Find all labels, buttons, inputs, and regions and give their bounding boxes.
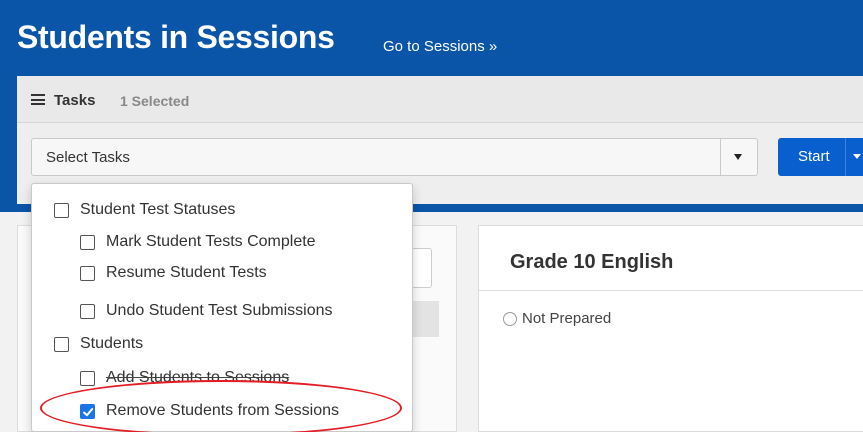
checkbox[interactable] [80,304,95,319]
go-to-sessions-link[interactable]: Go to Sessions » [383,38,497,55]
page-title: Students in Sessions [17,19,335,55]
list-icon [31,94,45,105]
highlight-annotation-ellipse [40,380,402,432]
session-title: Grade 10 English [510,251,674,273]
checkbox[interactable] [80,235,95,250]
tasks-label: Tasks [54,92,96,109]
option-label: Undo Student Test Submissions [106,302,333,319]
start-divider [845,138,846,176]
tasks-bar: Tasks 1 Selected [17,76,863,123]
session-card: Grade 10 English Not Prepared [478,225,863,432]
selected-count: 1 Selected [120,93,190,109]
caret-down-icon [734,154,742,160]
option-label: Students [80,335,144,352]
checkbox[interactable] [80,371,95,386]
select-tasks-placeholder: Select Tasks [46,149,130,166]
checkbox[interactable] [80,266,95,281]
start-button-label: Start [798,148,830,165]
checkbox[interactable] [54,337,69,352]
status-radio[interactable] [503,312,517,326]
select-divider [720,139,721,175]
checkbox[interactable] [54,203,69,218]
status-label: Not Prepared [522,310,612,327]
start-button[interactable]: Start [778,138,863,176]
select-tasks-dropdown[interactable]: Select Tasks [31,138,758,176]
header-banner: Students in Sessions Go to Sessions » Ta… [0,0,863,212]
caret-down-icon [853,154,861,159]
divider [479,290,863,291]
option-label: Resume Student Tests [106,264,267,281]
option-label: Student Test Statuses [80,201,236,218]
option-label: Mark Student Tests Complete [106,233,316,250]
